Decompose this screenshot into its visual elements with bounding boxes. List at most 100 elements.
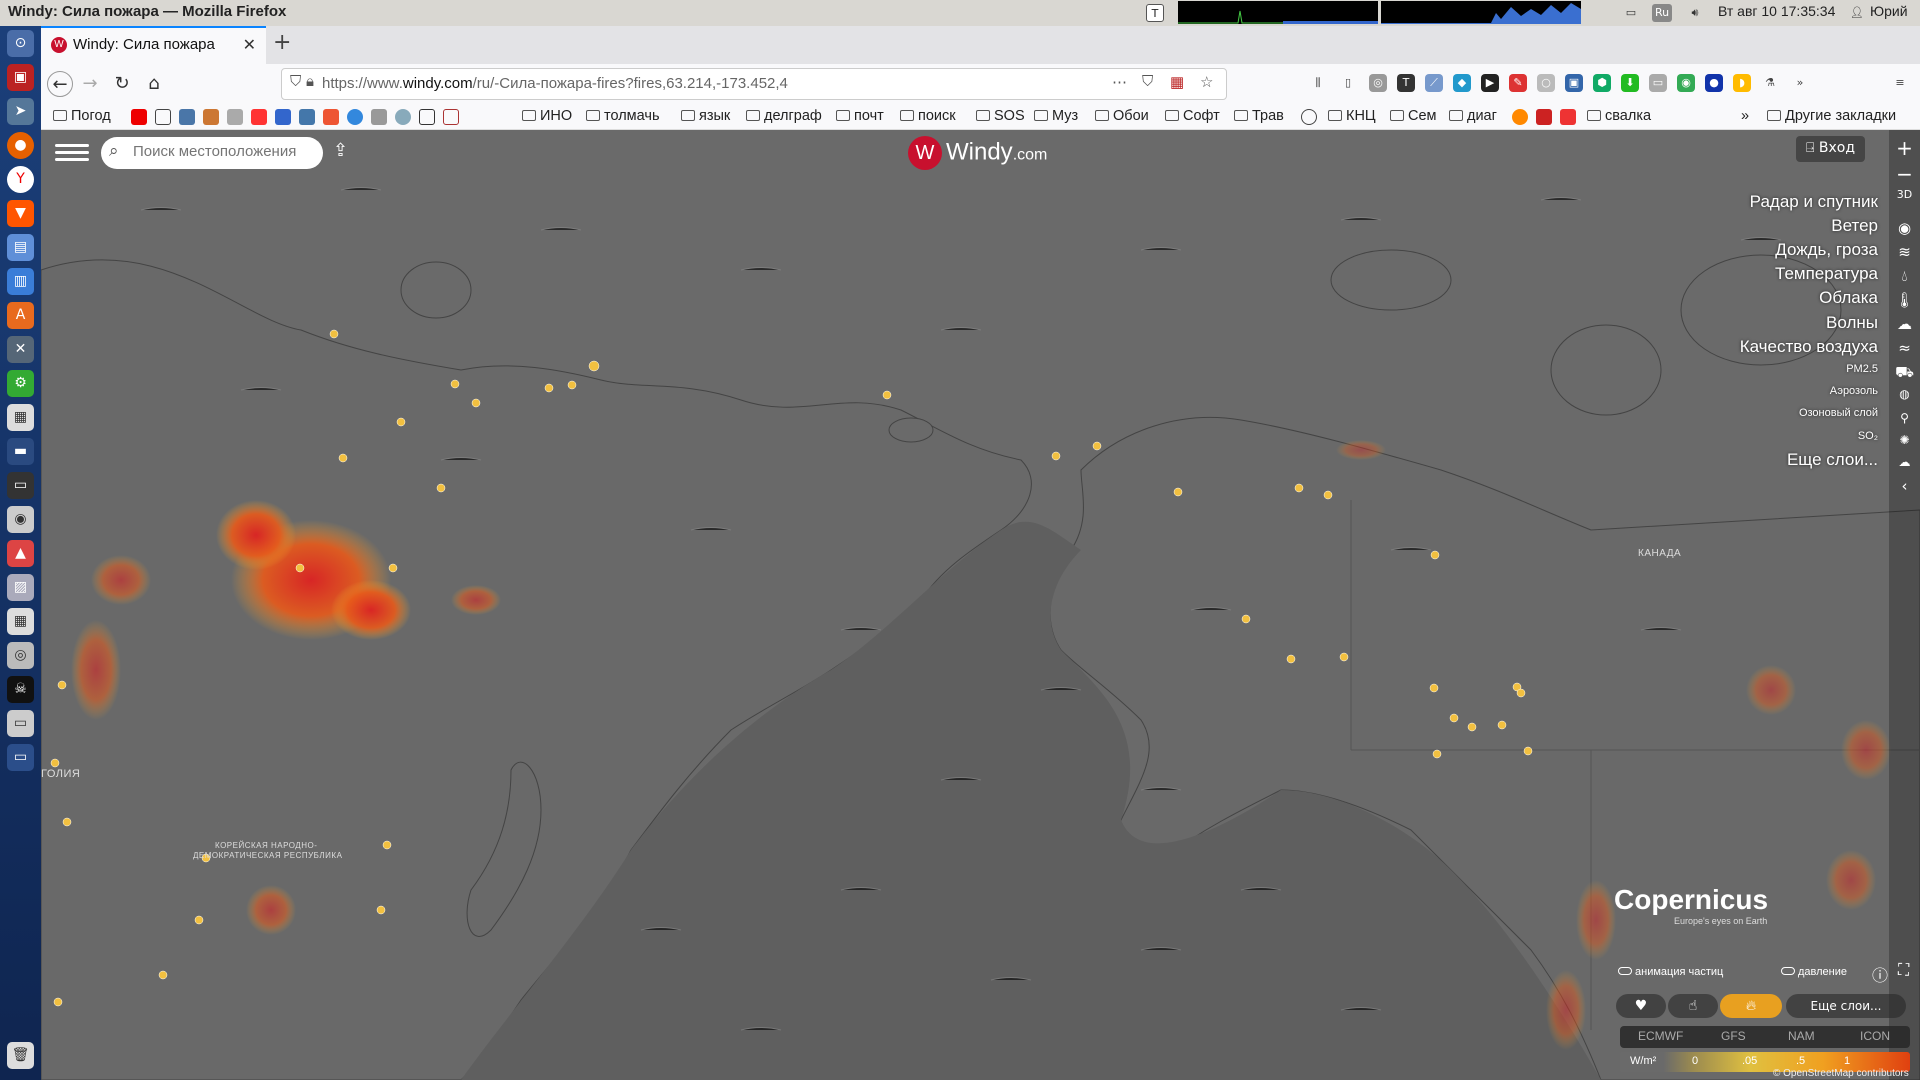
location-search-box[interactable]: ⌕ xyxy=(101,137,323,169)
user-name[interactable]: Юрий xyxy=(1870,3,1908,19)
bookmark-folder[interactable]: свалка xyxy=(1587,108,1651,124)
launcher-cursor-icon[interactable]: ➤ xyxy=(7,98,34,125)
particles-toggle[interactable]: анимация частиц xyxy=(1618,966,1723,978)
overflow-chevron-icon[interactable]: » xyxy=(1791,74,1809,92)
windy-logo[interactable]: W Windy.com xyxy=(908,136,1047,172)
bookmark-folder-other[interactable]: Другие закладки xyxy=(1767,108,1896,124)
bookmark-folder[interactable]: язык xyxy=(681,108,730,124)
layer-air-quality[interactable]: Качество воздуха xyxy=(1740,337,1878,357)
share-icon[interactable]: ⇪ xyxy=(333,140,357,164)
launcher-eye-icon[interactable]: ◎ xyxy=(7,642,34,669)
layer-radar[interactable]: Радар и спутник xyxy=(1750,192,1878,212)
bookmark-folder[interactable]: Софт xyxy=(1165,108,1220,124)
bookmark-folder[interactable]: Сем xyxy=(1390,108,1437,124)
vk-icon[interactable] xyxy=(179,109,195,125)
bookmark-icon-b[interactable] xyxy=(227,109,243,125)
bookmark-icon-k[interactable] xyxy=(1301,109,1317,125)
bookmark-icon-j[interactable] xyxy=(443,109,459,125)
display-icon[interactable]: ▭ xyxy=(1622,4,1640,22)
rain-icon[interactable]: 💧︎ xyxy=(1889,267,1920,285)
close-tab-icon[interactable]: ✕ xyxy=(243,35,256,55)
fire-layer-icon[interactable]: 🔥︎ xyxy=(1720,994,1782,1018)
launcher-settings-icon[interactable]: ⚙ xyxy=(7,370,34,397)
volume-icon[interactable]: 🔊︎ xyxy=(1686,4,1704,22)
clouds-icon[interactable]: ☁ xyxy=(1889,315,1920,333)
bookmark-folder[interactable]: толмачь xyxy=(586,108,660,124)
pm25-icon[interactable]: ◍ xyxy=(1889,387,1920,401)
layer-pm25[interactable]: PM2.5 xyxy=(1846,363,1878,375)
extension-10-icon[interactable]: ⬇ xyxy=(1621,74,1639,92)
bookmark-icon-l[interactable] xyxy=(1512,109,1528,125)
waves-icon[interactable]: ≈ xyxy=(1889,339,1920,357)
launcher-monitor-icon[interactable]: ▲ xyxy=(7,540,34,567)
clock[interactable]: Вт авг 10 17:35:34 xyxy=(1718,3,1835,19)
hand-icon[interactable]: ☝ xyxy=(1668,994,1718,1018)
url-text[interactable]: https://www.windy.com/ru/-Сила-пожара-fi… xyxy=(322,75,788,92)
bookmark-folder[interactable]: SOS xyxy=(976,108,1025,124)
so2-icon[interactable]: ☁ xyxy=(1889,455,1920,469)
reload-button[interactable]: ↻ xyxy=(109,71,135,97)
model-gfs[interactable]: GFS xyxy=(1721,1029,1746,1043)
bookmark-folder[interactable]: КНЦ xyxy=(1328,108,1376,124)
map-menu-button[interactable] xyxy=(55,140,89,166)
extension-2-icon[interactable]: T xyxy=(1397,74,1415,92)
layer-wind[interactable]: Ветер xyxy=(1831,216,1878,236)
extension-3-icon[interactable]: ⟋ xyxy=(1425,74,1443,92)
bookmark-folder[interactable]: почт xyxy=(836,108,884,124)
bookmark-folder[interactable]: поиск xyxy=(900,108,956,124)
bookmark-icon-m[interactable] xyxy=(1536,109,1552,125)
launcher-home-icon[interactable]: ⊙ xyxy=(7,30,34,57)
favorite-heart-icon[interactable]: ♥ xyxy=(1616,994,1666,1018)
tracking-shield-icon[interactable]: ⛉ xyxy=(290,73,301,90)
lock-icon[interactable]: 🔒︎ xyxy=(306,73,314,90)
layer-more[interactable]: Еще слои... xyxy=(1787,450,1878,470)
pressure-toggle[interactable]: давление xyxy=(1781,966,1847,978)
bookmark-icon-n[interactable] xyxy=(1560,109,1576,125)
bookmark-folder[interactable]: делграф xyxy=(746,108,822,124)
yandex-bookmark-icon[interactable] xyxy=(251,109,267,125)
extension-6-icon[interactable]: ✎ xyxy=(1509,74,1527,92)
bookmark-folder[interactable]: Обои xyxy=(1095,108,1149,124)
bookmark-folder[interactable]: диаг xyxy=(1449,108,1497,124)
youtube-icon[interactable] xyxy=(131,109,147,125)
bookmark-icon-h[interactable] xyxy=(395,109,411,125)
bookmark-icon-g[interactable] xyxy=(371,109,387,125)
layer-ozone[interactable]: Озоновый слой xyxy=(1799,407,1878,419)
launcher-calc-icon[interactable]: ▦ xyxy=(7,608,34,635)
radar-icon[interactable]: ◉ xyxy=(1889,219,1920,237)
user-icon[interactable]: 👤︎ xyxy=(1848,4,1866,22)
launcher-software-icon[interactable]: A xyxy=(7,302,34,329)
bookmark-icon-e[interactable] xyxy=(323,109,339,125)
flag-icon[interactable]: ▦ xyxy=(1170,73,1184,91)
launcher-yandex-icon[interactable]: Y xyxy=(7,166,34,193)
launcher-window-icon[interactable]: ▭ xyxy=(7,744,34,771)
bookmark-icon-d[interactable] xyxy=(299,109,315,125)
bookmark-folder[interactable]: Погод xyxy=(53,108,111,124)
bookmark-icon-a[interactable] xyxy=(203,109,219,125)
hamburger-menu-icon[interactable]: ≡ xyxy=(1891,74,1909,92)
map-view[interactable]: КАНАДА ГОЛИЯ КОРЕЙСКАЯ НАРОДНО- ДЕМОКРАТ… xyxy=(41,130,1920,1080)
launcher-trash-icon[interactable]: 🗑︎ xyxy=(7,1042,34,1069)
fullscreen-icon[interactable]: ⛶ xyxy=(1898,962,1909,980)
air-quality-icon[interactable]: ⛟ xyxy=(1889,363,1920,383)
layer-rain[interactable]: Дождь, гроза xyxy=(1775,240,1878,260)
launcher-tools-icon[interactable]: ✕ xyxy=(7,336,34,363)
zoom-out-button[interactable]: − xyxy=(1889,162,1920,186)
extension-15-icon[interactable]: ⚗ xyxy=(1761,74,1779,92)
login-button[interactable]: ⍈ Вход xyxy=(1796,136,1865,162)
chevron-left-icon[interactable]: ‹ xyxy=(1889,477,1920,495)
extension-13-icon[interactable]: ● xyxy=(1705,74,1723,92)
url-bar[interactable]: ⛉ 🔒︎ https://www.windy.com/ru/-Сила-пожа… xyxy=(281,68,1227,100)
wind-icon[interactable]: ≋ xyxy=(1889,243,1920,261)
extension-8-icon[interactable]: ▣ xyxy=(1565,74,1583,92)
keyboard-layout-indicator[interactable]: Ru xyxy=(1652,4,1672,22)
pocket-icon[interactable]: ⛉ xyxy=(1142,73,1153,90)
bookmark-icon-c[interactable] xyxy=(275,109,291,125)
layer-aerosol[interactable]: Аэрозоль xyxy=(1830,385,1878,397)
launcher-app-icon[interactable]: ▦ xyxy=(7,404,34,431)
back-button[interactable]: ← xyxy=(47,71,73,97)
location-search-input[interactable] xyxy=(133,143,313,160)
launcher-brave-icon[interactable]: ▼ xyxy=(7,200,34,227)
new-tab-button[interactable]: + xyxy=(273,30,291,55)
bookmark-star-icon[interactable]: ☆ xyxy=(1200,73,1213,91)
